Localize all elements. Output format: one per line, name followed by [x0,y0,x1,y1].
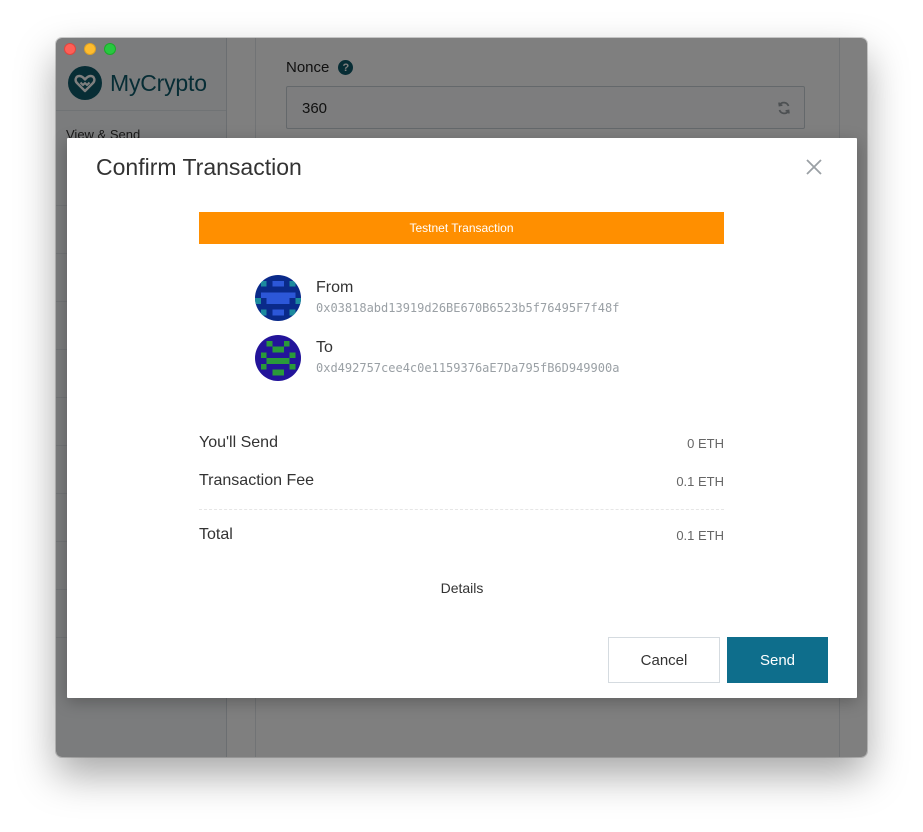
send-button[interactable]: Send [727,637,828,683]
close-icon[interactable] [803,156,825,178]
send-amount-label: You'll Send [199,434,278,451]
fee-value: 0.1 ETH [676,474,724,489]
testnet-banner: Testnet Transaction [199,212,724,244]
details-toggle[interactable]: Details [67,580,857,596]
summary-divider [199,509,724,510]
window-controls [64,43,116,55]
total-label: Total [199,526,233,543]
cancel-button[interactable]: Cancel [608,637,720,683]
minimize-window-button[interactable] [84,43,96,55]
from-label: From [316,279,354,296]
total-value: 0.1 ETH [676,528,724,543]
from-address: 0x03818abd13919d26BE670B6523b5f76495F7f4… [316,301,620,315]
fee-label: Transaction Fee [199,472,315,489]
maximize-window-button[interactable] [104,43,116,55]
close-window-button[interactable] [64,43,76,55]
confirm-transaction-modal: Confirm Transaction Testnet Transaction … [67,138,857,698]
send-amount-value: 0 ETH [687,436,724,451]
to-label: To [316,339,333,356]
from-identicon [255,275,301,321]
modal-title: Confirm Transaction [96,154,302,180]
to-address: 0xd492757cee4c0e1159376aE7Da795fB6D94990… [316,361,620,375]
to-identicon [255,335,301,381]
